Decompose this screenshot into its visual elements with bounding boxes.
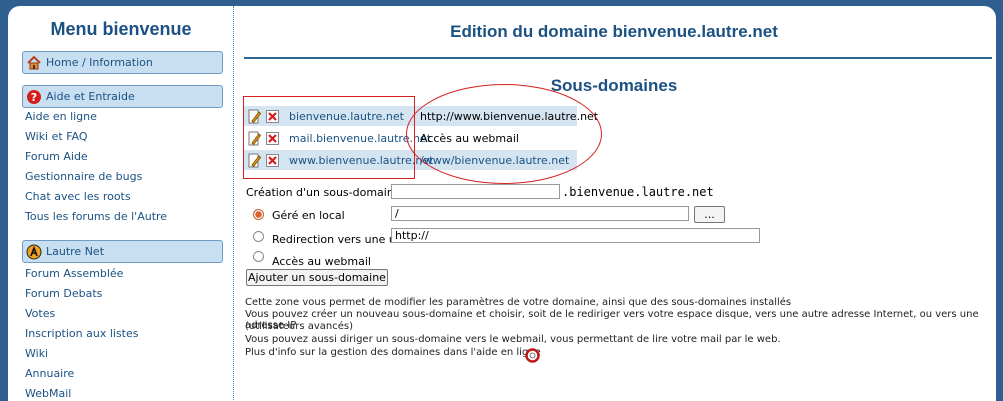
title-divider	[244, 57, 992, 59]
help-text: (utilisateurs avancés)	[245, 321, 354, 332]
sidebar-section-label: Home / Information	[46, 56, 153, 69]
redirect-radio[interactable]	[253, 231, 264, 242]
sidebar-link-listes[interactable]: Inscription aux listes	[25, 327, 139, 340]
sidebar-link-wiki-faq[interactable]: Wiki et FAQ	[25, 130, 88, 143]
sidebar-section-lautre[interactable]: Lautre Net	[22, 240, 223, 263]
house-icon	[26, 55, 42, 71]
sidebar-link-votes[interactable]: Votes	[25, 307, 55, 320]
svg-text:?: ?	[31, 91, 37, 104]
main-content: Edition du domaine bienvenue.lautre.net …	[236, 6, 996, 401]
help-text: Plus d'info sur la gestion des domaines …	[245, 347, 541, 358]
lautre-logo-icon	[26, 244, 42, 260]
sidebar-link-forum-debats[interactable]: Forum Debats	[25, 287, 102, 300]
sidebar-link-wiki[interactable]: Wiki	[25, 347, 48, 360]
help-text: Cette zone vous permet de modifier les p…	[245, 297, 792, 308]
sidebar-link-aide-en-ligne[interactable]: Aide en ligne	[25, 110, 97, 123]
subdomain-name-input[interactable]	[391, 184, 560, 199]
sidebar-link-chat[interactable]: Chat avec les roots	[25, 190, 131, 203]
help-icon: ?	[26, 89, 42, 105]
sidebar-link-forum-assemblee[interactable]: Forum Assemblée	[25, 267, 123, 280]
page-title: Edition du domaine bienvenue.lautre.net	[450, 22, 778, 41]
sidebar-link-forums[interactable]: Tous les forums de l'Autre	[25, 210, 167, 223]
sidebar: Menu bienvenue Home / Information ? Aide…	[8, 6, 234, 401]
local-label: Géré en local	[272, 209, 345, 222]
domain-suffix: .bienvenue.lautre.net	[562, 185, 714, 199]
annotation-ellipse	[406, 84, 602, 184]
sidebar-section-label: Lautre Net	[46, 245, 105, 258]
sidebar-link-forum-aide[interactable]: Forum Aide	[25, 150, 88, 163]
annotation-rectangle	[243, 96, 415, 179]
local-radio[interactable]	[253, 209, 264, 220]
sidebar-section-home[interactable]: Home / Information	[22, 51, 223, 74]
lifebuoy-icon[interactable]	[524, 347, 540, 363]
webmail-radio[interactable]	[253, 251, 264, 262]
sidebar-link-annuaire[interactable]: Annuaire	[25, 367, 74, 380]
sidebar-link-bugs[interactable]: Gestionnaire de bugs	[25, 170, 142, 183]
browse-button[interactable]: ...	[694, 206, 725, 223]
redirect-url-input[interactable]: http://	[391, 228, 760, 243]
local-path-input[interactable]: /	[391, 206, 689, 221]
sidebar-section-aide[interactable]: ? Aide et Entraide	[22, 85, 223, 108]
webmail-label: Accès au webmail	[272, 255, 371, 268]
section-title: Sous-domaines	[550, 76, 678, 95]
help-text: Vous pouvez aussi diriger un sous-domain…	[245, 334, 781, 345]
add-subdomain-button[interactable]: Ajouter un sous-domaine	[246, 269, 388, 286]
sidebar-section-label: Aide et Entraide	[46, 90, 135, 103]
page-frame: Menu bienvenue Home / Information ? Aide…	[8, 6, 996, 401]
sidebar-link-webmail[interactable]: WebMail	[25, 387, 71, 400]
sidebar-title: Menu bienvenue	[50, 19, 192, 39]
redirect-label: Redirection vers une url	[272, 233, 404, 246]
help-text: Vous pouvez créer un nouveau sous-domain…	[245, 309, 979, 331]
create-subdomain-label: Création d'un sous-domaine :	[246, 186, 408, 199]
